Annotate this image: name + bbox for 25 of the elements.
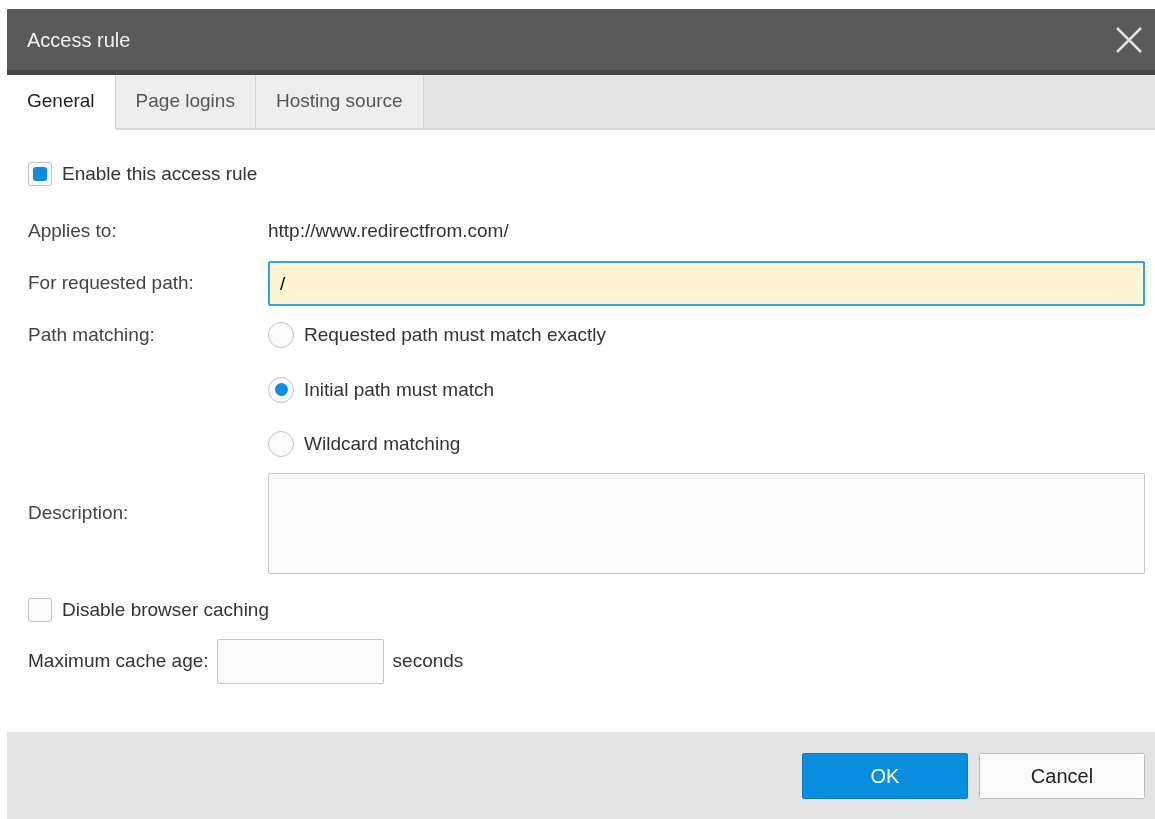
applies-to-url: http://www.redirectfrom.com/	[268, 218, 509, 243]
field-label: Path matching:	[28, 323, 156, 347]
checkbox-label[interactable]: Enable this access rule	[62, 160, 258, 189]
cache-age-field[interactable]	[216, 639, 384, 684]
checkbox-label[interactable]: Disable browser caching	[62, 595, 269, 624]
radio-label[interactable]: Requested path must match exactly	[304, 321, 607, 350]
field-label: For requested path:	[28, 271, 195, 296]
tab[interactable]: Page logins	[115, 75, 256, 130]
path-input-field[interactable]: /	[268, 261, 1145, 306]
checkbox[interactable]	[28, 162, 52, 187]
radio-button[interactable]	[268, 376, 294, 403]
field-label: Description:	[28, 500, 130, 525]
checkbox[interactable]	[28, 597, 52, 622]
field-label: Applies to:	[28, 218, 118, 243]
tab[interactable]: Hosting source	[255, 75, 424, 130]
radio-button[interactable]	[268, 322, 294, 349]
cancel-button[interactable]: Cancel	[979, 752, 1145, 799]
unit-label: seconds	[392, 649, 464, 674]
radio-button[interactable]	[268, 431, 294, 458]
description-field[interactable]	[268, 472, 1145, 574]
field-label: Maximum cache age:	[28, 649, 209, 674]
window-title: Access rule	[27, 27, 131, 53]
tab[interactable]: General	[7, 75, 116, 130]
radio-label[interactable]: Initial path must match	[304, 375, 495, 404]
radio-label[interactable]: Wildcard matching	[304, 430, 461, 459]
